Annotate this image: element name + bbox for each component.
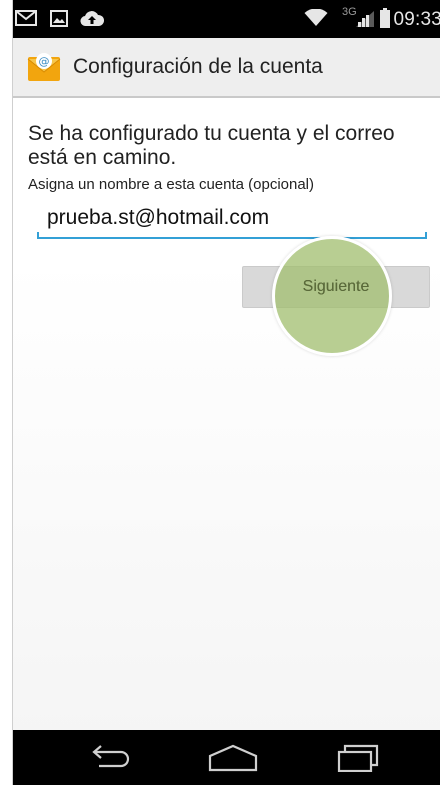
recents-icon[interactable] <box>333 744 383 772</box>
action-bar: @ Configuración de la cuenta <box>13 38 440 98</box>
device-frame <box>0 0 13 785</box>
navigation-bar <box>13 730 440 785</box>
home-icon[interactable] <box>208 744 258 772</box>
account-name-hint: Asigna un nombre a esta cuenta (opcional… <box>28 176 315 193</box>
image-icon <box>50 10 68 27</box>
clock: 09:33 <box>393 9 440 30</box>
back-icon[interactable] <box>85 744 135 772</box>
battery-icon <box>380 8 390 28</box>
wifi-icon <box>304 9 328 26</box>
account-name-input[interactable] <box>47 206 417 230</box>
email-app-icon[interactable]: @ <box>27 52 61 82</box>
account-name-field[interactable] <box>37 203 427 239</box>
signal-icon <box>356 11 374 27</box>
next-button-label-overlay: Siguiente <box>302 278 370 295</box>
svg-text:@: @ <box>39 55 50 68</box>
cloud-upload-icon <box>80 11 104 27</box>
page-title: Configuración de la cuenta <box>73 55 323 78</box>
screen: 3G 09:33 @ Configuración de la cuenta Se… <box>13 0 440 785</box>
mail-icon <box>15 10 37 26</box>
setup-complete-message: Se ha configurado tu cuenta y el correo … <box>28 122 395 169</box>
status-bar: 3G 09:33 <box>13 0 440 38</box>
